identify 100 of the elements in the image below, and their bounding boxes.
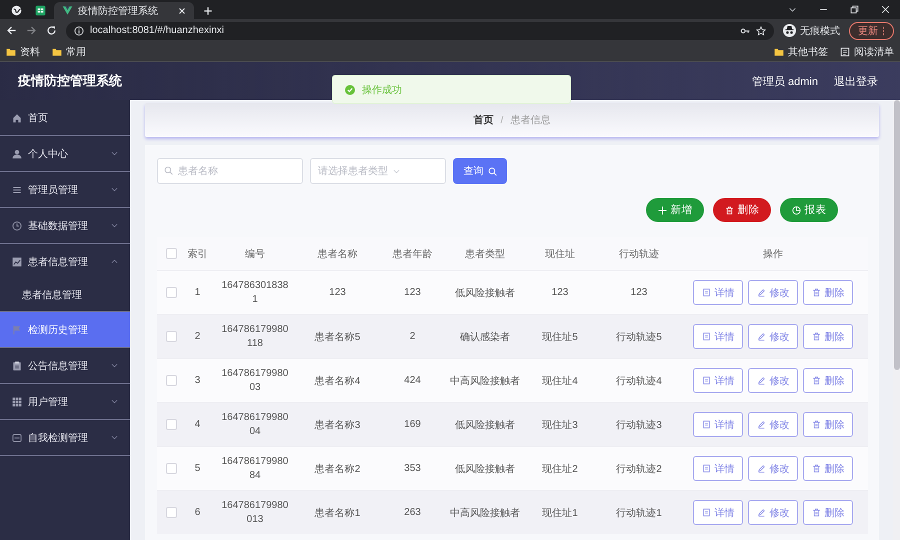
table-cell: 现住址1: [542, 508, 578, 518]
table-cell: 16478617998004: [221, 410, 289, 438]
search-icon: [164, 166, 173, 175]
delete-button[interactable]: 删除: [713, 198, 771, 222]
sidebar-item[interactable]: 检测历史管理: [0, 312, 130, 348]
bookmark[interactable]: 其他书签: [774, 44, 828, 58]
grid-icon: [12, 396, 22, 406]
edit-button[interactable]: 修改: [748, 280, 798, 305]
checkbox[interactable]: [166, 374, 176, 386]
plus-icon: [658, 206, 666, 214]
delete-button[interactable]: 删除: [803, 324, 853, 349]
table-cell: 中高风险接触者: [450, 508, 520, 518]
delete-button[interactable]: 删除: [803, 368, 853, 393]
table-cell: 1647863018381: [221, 278, 289, 306]
table-cell: 353: [404, 463, 421, 474]
delete-button[interactable]: 删除: [803, 280, 853, 305]
table-cell: 患者名称2: [314, 464, 360, 474]
search-field[interactable]: 患者名称: [157, 158, 303, 184]
bookmark[interactable]: 资料: [6, 44, 40, 58]
table-cell: 4: [194, 419, 200, 430]
delete-button[interactable]: 删除: [803, 412, 853, 437]
detail-button[interactable]: 详情: [693, 280, 743, 305]
delete-button[interactable]: 删除: [803, 456, 853, 481]
reload-icon[interactable]: [46, 25, 57, 36]
star-icon[interactable]: [756, 26, 766, 36]
breadcrumb-item[interactable]: 首页: [474, 113, 494, 127]
column-header: 患者年龄: [392, 248, 432, 260]
table-cell: 5: [194, 463, 200, 474]
detail-button[interactable]: 详情: [693, 500, 743, 525]
detail-button[interactable]: 详情: [693, 412, 743, 437]
pencil-icon: [756, 376, 766, 385]
edit-button[interactable]: 修改: [748, 324, 798, 349]
table-cell: 123: [329, 287, 346, 298]
report-button[interactable]: 报表: [780, 198, 838, 222]
edit-button[interactable]: 修改: [748, 368, 798, 393]
document-icon: [702, 420, 710, 429]
add-button[interactable]: 新增: [646, 198, 704, 222]
chevron-down-icon: [111, 398, 118, 405]
v-logo-icon: [62, 5, 73, 16]
browser-tab[interactable]: 疫情防控管理系统: [54, 2, 194, 19]
table-cell: 行动轨迹4: [616, 376, 662, 386]
table-cell: 行动轨迹5: [616, 332, 662, 342]
reading-list-button[interactable]: 阅读清单: [840, 44, 894, 58]
flag-icon: [12, 324, 22, 334]
checkbox[interactable]: [166, 286, 176, 298]
new-tab-icon[interactable]: [203, 6, 213, 16]
delete-button[interactable]: 删除: [803, 500, 853, 525]
clock-icon: [12, 220, 22, 230]
detail-button[interactable]: 详情: [693, 456, 743, 481]
table-cell: 2: [410, 331, 416, 342]
edit-button[interactable]: 修改: [748, 500, 798, 525]
checkbox[interactable]: [166, 462, 176, 474]
close-icon[interactable]: [881, 5, 890, 14]
restore-icon[interactable]: [850, 5, 859, 14]
trash-icon: [812, 288, 820, 297]
table-cell: 患者名称1: [314, 508, 360, 518]
table-cell: 16478617998003: [221, 366, 289, 394]
sidebar-item[interactable]: 患者信息管理: [0, 244, 130, 279]
checkbox[interactable]: [166, 248, 176, 259]
chevron-up-icon: [111, 258, 118, 265]
close-icon[interactable]: [178, 6, 186, 14]
logout-link[interactable]: 退出登录: [834, 74, 878, 88]
address-bar[interactable]: localhost:8081/#/huanzhexinxi: [66, 22, 774, 40]
checkbox[interactable]: [166, 330, 176, 342]
table-cell: 患者名称3: [314, 420, 360, 430]
column-header: 患者名称: [318, 248, 358, 260]
app-title: 疫情防控管理系统: [18, 72, 122, 90]
trash-icon: [812, 376, 820, 385]
checkbox[interactable]: [166, 418, 176, 430]
table-cell: 低风险接触者: [455, 464, 515, 474]
sheet-icon[interactable]: [34, 5, 46, 16]
table-cell: 123: [630, 287, 648, 298]
bookmark[interactable]: 常用: [52, 44, 86, 58]
column-header: 行动轨迹: [619, 248, 659, 260]
table-cell: 164786179980013: [221, 498, 289, 526]
table-cell: 6: [194, 507, 200, 518]
detail-button[interactable]: 详情: [693, 368, 743, 393]
table-cell: 低风险接触者: [455, 420, 515, 430]
table-cell: 行动轨迹1: [616, 508, 662, 518]
edit-button[interactable]: 修改: [748, 412, 798, 437]
profile-label: 无痕模式: [800, 24, 840, 38]
forward-icon[interactable]: [26, 25, 37, 36]
clipboard-icon: [12, 360, 22, 370]
column-header: 操作: [763, 248, 783, 260]
pencil-icon: [756, 464, 766, 473]
folder-icon: [774, 46, 784, 56]
update-button[interactable]: 更新: [849, 22, 894, 40]
key-icon[interactable]: [740, 26, 750, 36]
query-button[interactable]: 查询: [453, 158, 507, 184]
checkbox[interactable]: [166, 506, 176, 518]
table-cell: 123: [552, 287, 568, 298]
detail-button[interactable]: 详情: [693, 324, 743, 349]
list-icon: [12, 184, 22, 194]
incognito-icon[interactable]: [783, 24, 796, 37]
edit-button[interactable]: 修改: [748, 456, 798, 481]
table-cell: 行动轨迹2: [616, 464, 662, 474]
table-cell: 现住址2: [542, 464, 578, 474]
back-icon[interactable]: [6, 25, 17, 36]
table-cell: 1: [194, 287, 200, 298]
table-cell: 现住址5: [542, 332, 578, 342]
